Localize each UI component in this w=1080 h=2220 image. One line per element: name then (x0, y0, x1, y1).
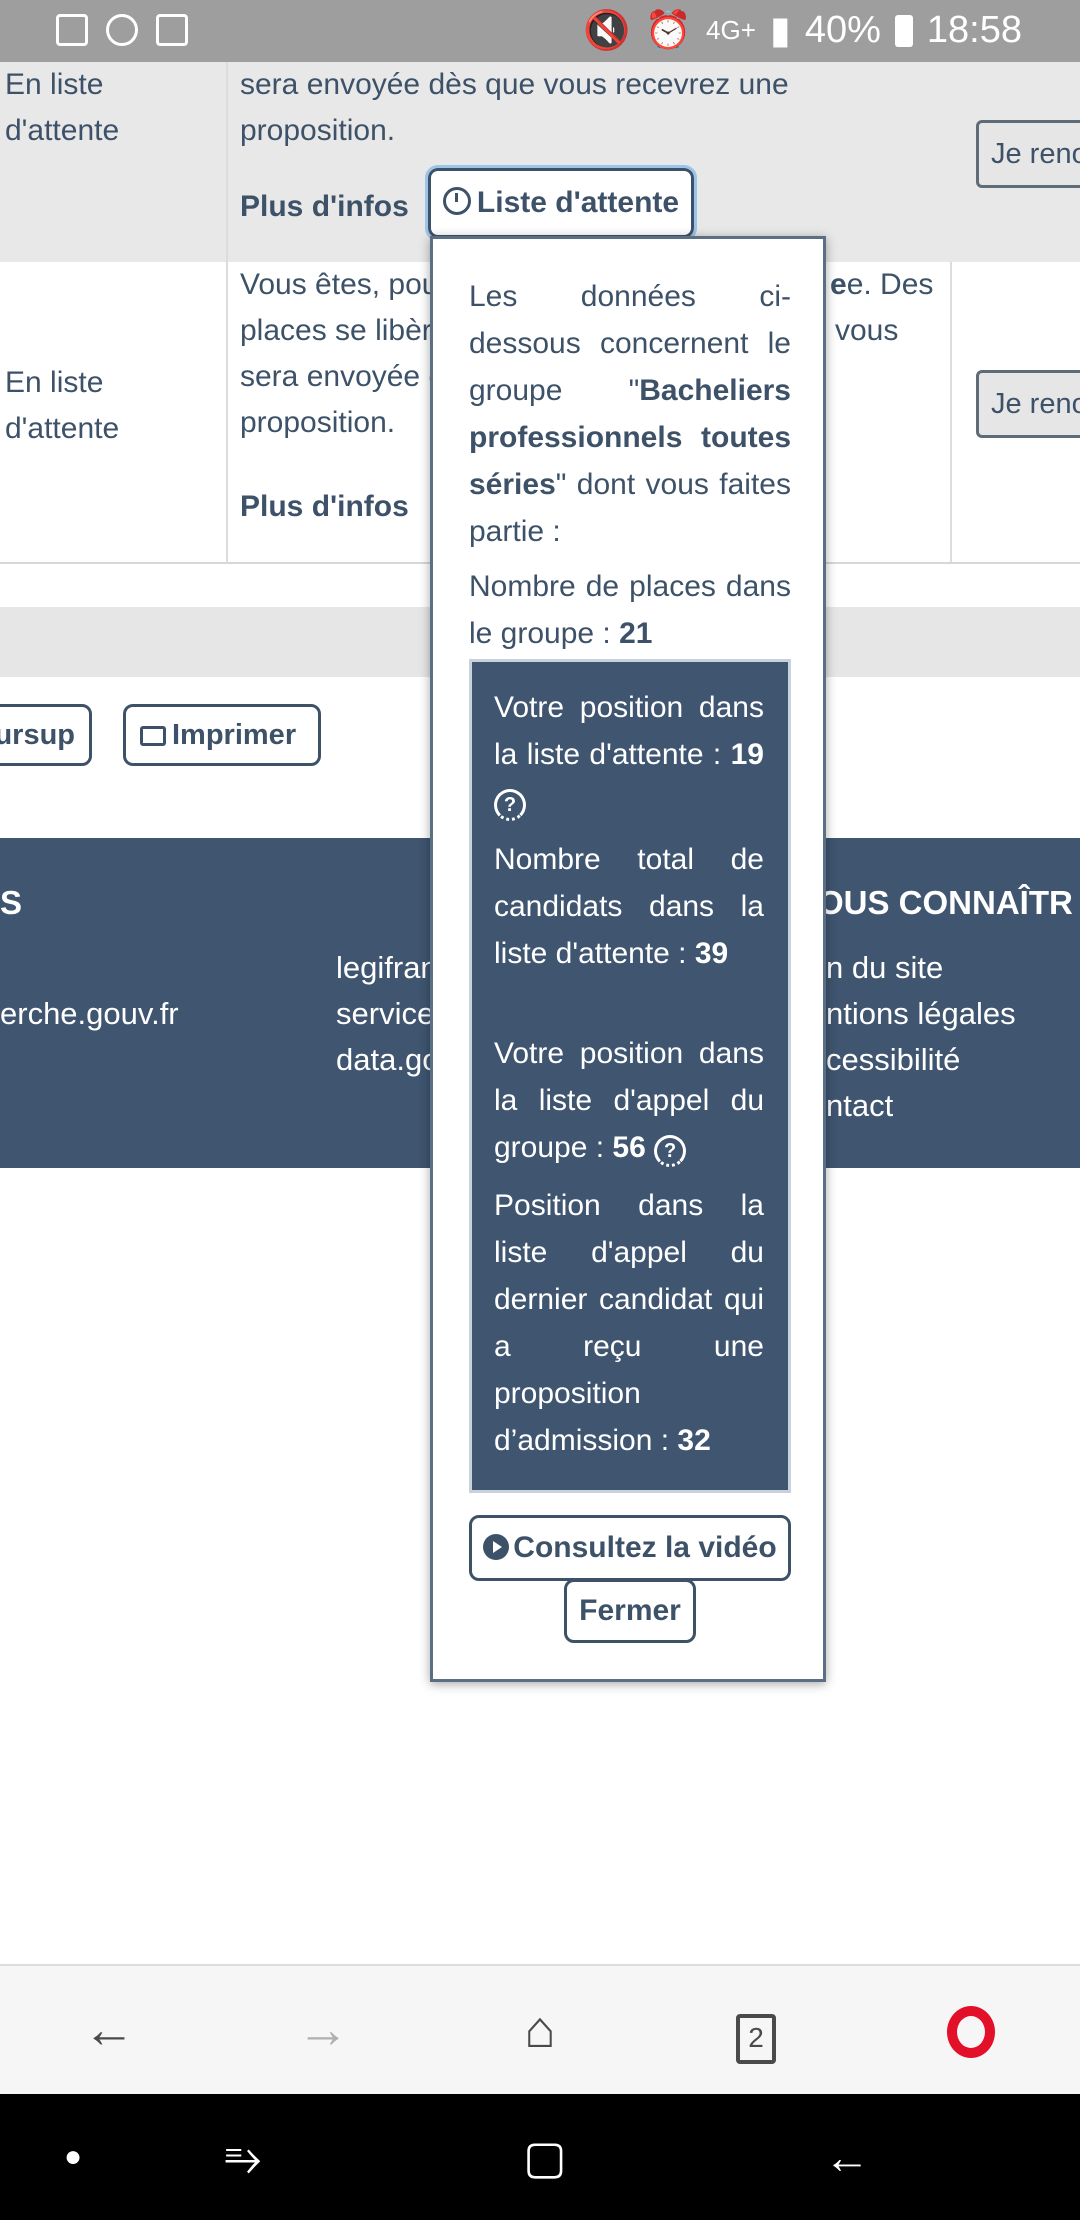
help-icon[interactable]: ? (494, 789, 526, 821)
waitlist-button[interactable]: Liste d'attente (425, 165, 697, 241)
row-status: En liste d'attente (5, 68, 120, 147)
system-navigation-bar: ● ⥱ ▢ ← (0, 2094, 1080, 2220)
table-row: En liste d'attente sera envoyée dès que … (0, 62, 1080, 264)
home-square-icon[interactable]: ▢ (510, 2122, 580, 2192)
waitlist-position: Votre position dans la liste d'attente :… (494, 684, 764, 825)
home-icon[interactable]: ⌂ (505, 1998, 575, 2068)
alarm-icon: ⏰ (644, 9, 693, 52)
footer-link[interactable]: legifran (336, 944, 438, 991)
status-bar: 🔇 ⏰ 4G+ ▮ 40% 18:58 (0, 0, 1080, 62)
screenshot-notification-icon (156, 14, 188, 46)
more-info-label: Plus d'infos (240, 190, 409, 223)
opera-logo-icon (947, 2006, 995, 2058)
call-list-position: Votre position dans la liste d'appel du … (494, 1030, 764, 1171)
gallery-notification-icon (56, 14, 88, 46)
renounce-button[interactable]: Je renoncer (976, 370, 1080, 438)
row-status: En liste d'attente (5, 366, 120, 445)
clock: 18:58 (926, 9, 1022, 51)
back-icon[interactable]: ← (74, 1998, 144, 2068)
footer-heading: OUS CONNAÎTR (818, 884, 1073, 921)
footer-link[interactable]: n du site (826, 944, 943, 991)
row-description-fragment: vous (835, 314, 899, 347)
row-description: sera envoyée dès que vous recevrez une p… (240, 68, 789, 147)
footer-heading: S (0, 884, 23, 921)
footer-link[interactable]: cessibilité (826, 1036, 960, 1083)
waitlist-popover: Les données ci-dessous concernent le gro… (430, 236, 826, 1682)
mute-icon: 🔇 (583, 9, 631, 52)
back-arrow-icon[interactable]: ← (812, 2122, 882, 2192)
printer-icon (140, 726, 166, 746)
last-admitted-position: Position dans la liste d'appel du dernie… (494, 1189, 764, 1457)
footer-link[interactable]: service (336, 990, 434, 1037)
more-info-label: Plus d'infos (240, 490, 409, 523)
clock-icon (442, 187, 471, 215)
signal-icon: ▮ (769, 10, 791, 52)
footer-link[interactable]: erche.gouv.fr (0, 990, 179, 1037)
waitlist-stats-box: Votre position dans la liste d'attente :… (469, 659, 791, 1493)
column-divider (226, 262, 228, 562)
tabs-button[interactable]: 2 (721, 1998, 791, 2068)
opera-menu-button[interactable] (936, 1998, 1006, 2068)
row-description-fragment: ee. Des (830, 268, 934, 301)
popover-intro: Les données ci-dessous concernent le gro… (469, 280, 791, 548)
footer-link[interactable]: ntions légales (826, 990, 1016, 1037)
waitlist-total: Nombre total de candidats dans la liste … (494, 843, 764, 970)
battery-percent: 40% (804, 9, 881, 51)
print-button[interactable]: Imprimer (123, 704, 321, 766)
recent-apps-icon[interactable]: ⥱ (208, 2122, 278, 2192)
nav-dot-icon[interactable]: ● (38, 2122, 108, 2192)
play-icon (483, 1534, 510, 1560)
column-divider (226, 62, 228, 262)
browser-toolbar: ← → ⌂ 2 (0, 1964, 1080, 2096)
close-button[interactable]: Fermer (564, 1579, 696, 1643)
watch-video-button[interactable]: Consultez la vidéo (469, 1515, 791, 1581)
network-type: 4G+ (706, 15, 756, 45)
forward-icon[interactable]: → (288, 1998, 358, 2068)
column-divider (950, 262, 952, 562)
renounce-button[interactable]: Je renoncer (976, 120, 1080, 188)
battery-icon (894, 14, 913, 47)
tabs-icon: 2 (736, 2014, 776, 2064)
places-count: Nombre de places dans le groupe : 21 (469, 570, 791, 650)
help-icon[interactable]: ? (654, 1135, 687, 1167)
parcoursup-button[interactable]: ursup (0, 704, 92, 766)
footer-link[interactable]: ntact (826, 1082, 893, 1129)
weather-notification-icon (106, 14, 138, 46)
footer-link[interactable]: data.go (336, 1036, 439, 1083)
